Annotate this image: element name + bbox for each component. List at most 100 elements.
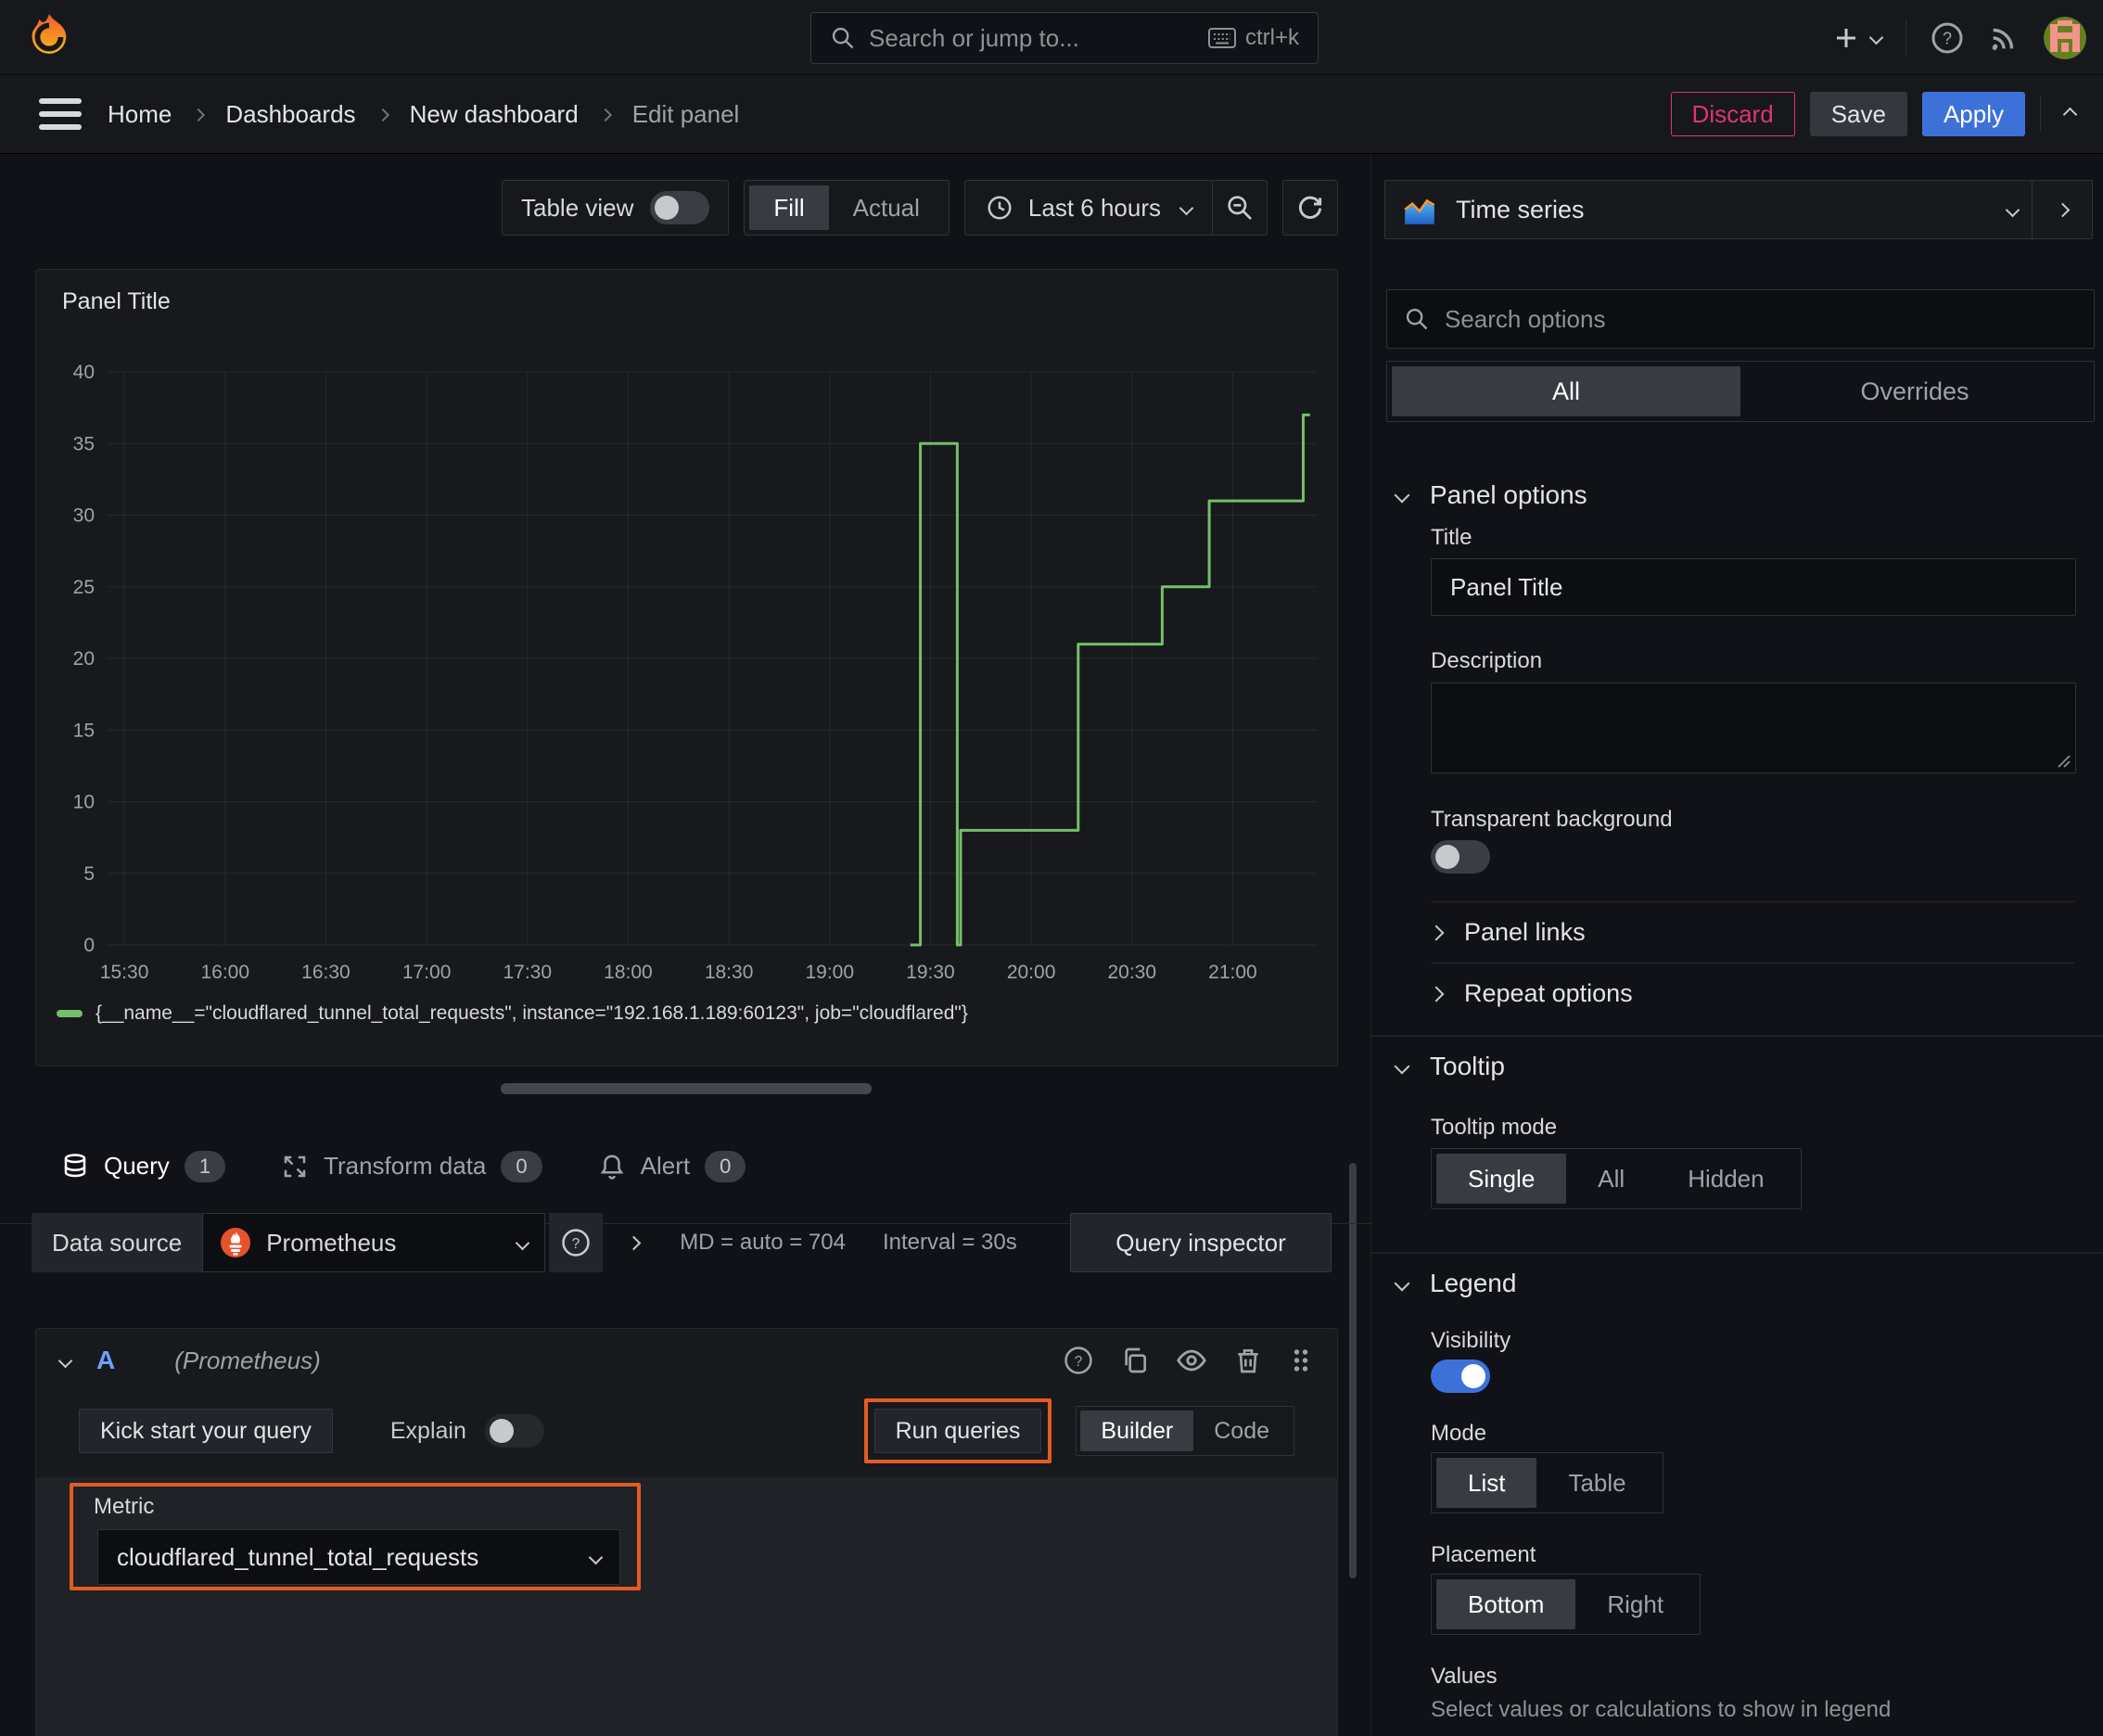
placement-right-option[interactable]: Right xyxy=(1575,1579,1695,1629)
panel-links-heading: Panel links xyxy=(1464,918,1586,946)
tooltip-section-header[interactable]: Tooltip xyxy=(1394,1052,1505,1081)
description-label: Description xyxy=(1431,648,1543,673)
refresh-button[interactable] xyxy=(1282,180,1338,236)
help-button[interactable]: ? xyxy=(1931,21,1964,55)
scrollbar-thumb[interactable] xyxy=(1349,1163,1357,1578)
max-datapoints-stat: MD = auto = 704 xyxy=(680,1230,846,1255)
legend-section-header[interactable]: Legend xyxy=(1394,1269,1516,1298)
actual-option[interactable]: Actual xyxy=(829,185,944,230)
time-series-chart[interactable]: 0 5 10 15 20 25 30 35 40 15:30 16:00 16:30 17:00 17:3… xyxy=(55,344,1325,993)
prometheus-icon xyxy=(221,1228,251,1257)
tab-transform[interactable]: Transform data 0 xyxy=(253,1109,570,1223)
duplicate-query-button[interactable] xyxy=(1120,1346,1150,1375)
panel-options-section-header[interactable]: Panel options xyxy=(1394,480,1587,510)
menu-toggle-button[interactable] xyxy=(39,98,82,130)
delete-query-button[interactable] xyxy=(1233,1346,1263,1375)
section-divider xyxy=(1371,1252,2103,1254)
datasource-picker[interactable]: Prometheus xyxy=(202,1213,546,1272)
tab-alert[interactable]: Alert 0 xyxy=(570,1109,774,1223)
chevron-right-icon xyxy=(598,108,612,122)
collapse-options-button[interactable] xyxy=(2062,107,2078,121)
values-hint: Select values or calculations to show in… xyxy=(1431,1697,1892,1722)
search-icon xyxy=(1406,308,1428,330)
svg-text:17:30: 17:30 xyxy=(503,962,552,983)
query-inspector-button[interactable]: Query inspector xyxy=(1070,1213,1332,1272)
series-color-marker xyxy=(57,1010,83,1017)
panel-title-input[interactable] xyxy=(1431,558,2076,616)
panel-resize-handle[interactable] xyxy=(501,1083,872,1094)
table-view-toggle[interactable] xyxy=(650,191,710,224)
builder-option[interactable]: Builder xyxy=(1080,1410,1194,1451)
resize-grip-icon[interactable] xyxy=(2053,750,2071,769)
tab-all[interactable]: All xyxy=(1392,366,1740,416)
toggle-viz-picker-button[interactable] xyxy=(2032,180,2093,239)
expand-row-icon[interactable] xyxy=(626,1235,642,1250)
breadcrumb-home[interactable]: Home xyxy=(108,100,172,129)
grafana-logo-icon[interactable] xyxy=(24,12,74,62)
tooltip-all-option[interactable]: All xyxy=(1566,1154,1656,1204)
news-button[interactable] xyxy=(1988,22,2020,54)
discard-button[interactable]: Discard xyxy=(1670,92,1795,136)
svg-text:18:30: 18:30 xyxy=(705,962,754,983)
run-queries-button[interactable]: Run queries xyxy=(873,1409,1042,1453)
options-tabs: All Overrides xyxy=(1386,361,2095,422)
collapse-query-icon[interactable] xyxy=(57,1353,73,1368)
grip-icon xyxy=(1294,1349,1308,1372)
explain-toggle[interactable] xyxy=(484,1414,544,1448)
title-label: Title xyxy=(1431,525,1472,550)
breadcrumb-dashboards[interactable]: Dashboards xyxy=(225,100,355,129)
apply-button[interactable]: Apply xyxy=(1921,92,2025,136)
mode-list-option[interactable]: List xyxy=(1436,1458,1537,1508)
breadcrumb-new-dashboard[interactable]: New dashboard xyxy=(410,100,579,129)
panel-links-section-header[interactable]: Panel links xyxy=(1428,918,1586,947)
placement-bottom-option[interactable]: Bottom xyxy=(1436,1579,1576,1629)
tab-overrides[interactable]: Overrides xyxy=(1740,366,2089,416)
tooltip-single-option[interactable]: Single xyxy=(1436,1154,1567,1204)
datasource-help-button[interactable]: ? xyxy=(549,1213,604,1272)
save-button[interactable]: Save xyxy=(1809,92,1907,136)
global-search[interactable]: ctrl+k xyxy=(810,12,1319,64)
avatar[interactable] xyxy=(2044,16,2086,59)
kick-start-button[interactable]: Kick start your query xyxy=(79,1409,333,1453)
tab-alert-label: Alert xyxy=(640,1152,691,1180)
svg-text:35: 35 xyxy=(73,433,95,454)
options-search-input[interactable] xyxy=(1445,304,2077,334)
help-icon: ? xyxy=(562,1229,590,1257)
svg-text:25: 25 xyxy=(73,577,95,598)
svg-text:20: 20 xyxy=(73,648,95,670)
query-toolbar: Kick start your query Explain Run querie… xyxy=(36,1398,1337,1464)
description-textarea[interactable] xyxy=(1431,683,2076,773)
run-queries-highlight: Run queries xyxy=(863,1398,1052,1463)
code-option[interactable]: Code xyxy=(1193,1410,1290,1451)
section-divider xyxy=(1371,1035,2103,1037)
query-help-button[interactable]: ? xyxy=(1063,1345,1094,1376)
transparent-bg-toggle[interactable] xyxy=(1431,840,1490,874)
time-range-picker[interactable]: Last 6 hours xyxy=(965,181,1212,235)
table-view-label: Table view xyxy=(521,193,634,222)
tab-query[interactable]: Query 1 xyxy=(33,1109,254,1223)
eye-icon xyxy=(1177,1349,1206,1372)
svg-text:20:30: 20:30 xyxy=(1107,962,1156,983)
legend-item[interactable]: {__name__="cloudflared_tunnel_total_requ… xyxy=(57,1002,968,1025)
legend-visibility-toggle[interactable] xyxy=(1431,1359,1490,1393)
tab-query-label: Query xyxy=(104,1152,170,1180)
options-search[interactable] xyxy=(1386,289,2095,349)
zoom-out-button[interactable] xyxy=(1213,181,1267,235)
search-input[interactable] xyxy=(869,23,1195,53)
explain-label: Explain xyxy=(389,1417,466,1444)
svg-text:?: ? xyxy=(1075,1354,1083,1370)
transform-count-badge: 0 xyxy=(501,1150,542,1182)
fill-option[interactable]: Fill xyxy=(749,185,829,230)
panel-title: Panel Title xyxy=(62,288,171,314)
visualization-picker[interactable]: Time series xyxy=(1384,180,2035,239)
toggle-query-visibility-button[interactable] xyxy=(1176,1345,1207,1376)
rss-icon xyxy=(1992,28,2014,50)
mode-table-option[interactable]: Table xyxy=(1536,1458,1657,1508)
builder-code-segment: Builder Code xyxy=(1076,1406,1294,1456)
repeat-options-section-header[interactable]: Repeat options xyxy=(1428,979,1633,1008)
panel-view-toolbar: Table view Fill Actual Last 6 hours xyxy=(502,180,1338,236)
metric-select[interactable]: cloudflared_tunnel_total_requests xyxy=(97,1529,620,1585)
new-dropdown-button[interactable] xyxy=(1832,24,1884,52)
tooltip-hidden-option[interactable]: Hidden xyxy=(1656,1154,1795,1204)
drag-query-handle[interactable] xyxy=(1289,1347,1313,1374)
